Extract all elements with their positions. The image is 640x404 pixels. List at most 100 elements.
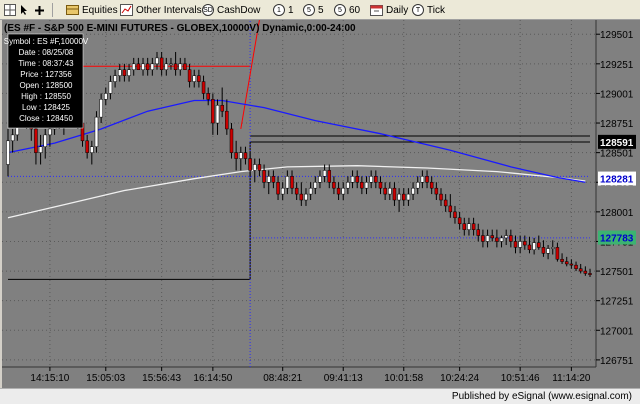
candle-body <box>476 229 481 236</box>
time-tick-label: 15:56:43 <box>142 373 181 384</box>
candle-body <box>159 57 164 70</box>
candle-body <box>332 181 336 189</box>
other-intervals-button[interactable]: Other Intervals <box>120 2 202 18</box>
time-tick-label: 08:48:21 <box>263 373 302 384</box>
price-badge-label: 128281 <box>600 175 634 186</box>
price-chart[interactable]: 1295011292511290011287511285011282511280… <box>0 20 640 388</box>
candle-body <box>150 63 155 70</box>
candle-body <box>462 223 467 230</box>
candle-body <box>262 170 266 183</box>
candle-body <box>206 93 210 100</box>
crosshair-plus-icon[interactable] <box>34 2 45 18</box>
price-tick-label: 128001 <box>600 208 634 219</box>
candle-body <box>220 105 224 112</box>
candle-body <box>215 105 220 124</box>
candle-body <box>178 63 183 70</box>
candle-body <box>327 170 332 183</box>
interval-5-button[interactable]: 5 5 <box>303 2 324 18</box>
footer-bar: Published by eSignal (www.esignal.com) <box>0 388 640 404</box>
chart-icon <box>120 4 133 16</box>
candle-body <box>127 69 131 76</box>
candle-body <box>350 176 355 183</box>
equities-button[interactable]: Equities <box>66 2 118 18</box>
daily-button[interactable]: Daily <box>370 2 408 18</box>
candle-body <box>355 176 359 183</box>
candle-body <box>187 69 192 82</box>
candle-body <box>546 248 550 254</box>
candle-body <box>211 99 215 124</box>
candle-body <box>448 205 453 213</box>
candle-body <box>108 81 113 94</box>
candle-body <box>155 57 159 65</box>
candle-body <box>467 223 471 230</box>
clock-circle-icon: T <box>412 4 424 16</box>
candle-body <box>499 237 504 242</box>
candle-body <box>48 128 52 136</box>
candle <box>94 111 99 153</box>
plot-area[interactable] <box>2 20 595 367</box>
candle-body <box>85 140 89 153</box>
candle-body <box>402 193 406 201</box>
price-tick-label: 127251 <box>600 297 634 308</box>
interval-1-label: 1 <box>288 4 294 16</box>
chart-tool-grid-icon[interactable] <box>4 2 16 18</box>
candle-body <box>117 69 122 76</box>
candle-body <box>197 75 201 82</box>
candle-body <box>318 176 322 183</box>
candle-body <box>541 247 546 254</box>
info-line: Low : 128425 <box>22 103 71 112</box>
candle-body <box>397 193 401 201</box>
candle-body <box>481 235 485 242</box>
clock-circle-icon: 5 <box>303 4 315 16</box>
candle-body <box>290 176 294 189</box>
candle-body <box>574 264 578 269</box>
time-tick-label: 10:24:24 <box>440 373 479 384</box>
candle-body <box>94 116 99 147</box>
interval-5-label: 5 <box>318 4 324 16</box>
candle-body <box>360 181 364 189</box>
candle-body <box>495 237 499 242</box>
candle-body <box>271 176 276 183</box>
info-line: High : 128550 <box>21 92 71 101</box>
candle-body <box>43 134 47 147</box>
candle-body <box>374 176 378 183</box>
candle-body <box>341 187 345 195</box>
interval-1-button[interactable]: 1 1 <box>273 2 294 18</box>
candle-body <box>336 187 341 195</box>
candle-body <box>145 63 150 70</box>
tick-label: Tick <box>427 4 445 16</box>
tick-button[interactable]: T Tick <box>412 2 445 18</box>
candle-body <box>564 261 569 265</box>
candle-body <box>253 164 257 171</box>
candle-body <box>6 140 10 165</box>
price-tick-label: 129251 <box>600 60 634 71</box>
candle-body <box>513 241 518 248</box>
candle-body <box>392 187 397 201</box>
folder-grid-icon <box>66 4 79 16</box>
info-line: Symbol : ES #F,10000V <box>4 37 89 46</box>
cashdow-button[interactable]: SD CashDow <box>202 2 260 18</box>
info-line: Time : 08:37:43 <box>18 59 74 68</box>
price-badge-label: 127783 <box>600 234 634 245</box>
chart-title: (ES #F - S&P 500 E-MINI FUTURES - GLOBEX… <box>4 23 356 34</box>
candle-body <box>383 187 387 195</box>
cursor-arrow-icon[interactable] <box>20 2 30 18</box>
candle-body <box>532 242 536 251</box>
candle-body <box>583 270 588 274</box>
candle-body <box>551 247 555 249</box>
candle-body <box>490 235 494 239</box>
info-line: Price : 127356 <box>20 70 72 79</box>
candle-body <box>99 99 103 118</box>
candle-body <box>388 187 392 195</box>
candle-body <box>113 75 117 82</box>
candle-body <box>569 263 574 266</box>
candle-body <box>457 217 462 224</box>
candle-body <box>131 63 136 70</box>
interval-60-button[interactable]: 5 60 <box>334 2 360 18</box>
publisher-note: Published by eSignal (www.esignal.com) <box>451 391 632 402</box>
candle-body <box>555 247 560 260</box>
candle-body <box>453 211 457 219</box>
info-line: Open : 128500 <box>20 81 73 90</box>
candle-body <box>136 63 141 70</box>
time-tick-label: 09:41:13 <box>324 373 363 384</box>
